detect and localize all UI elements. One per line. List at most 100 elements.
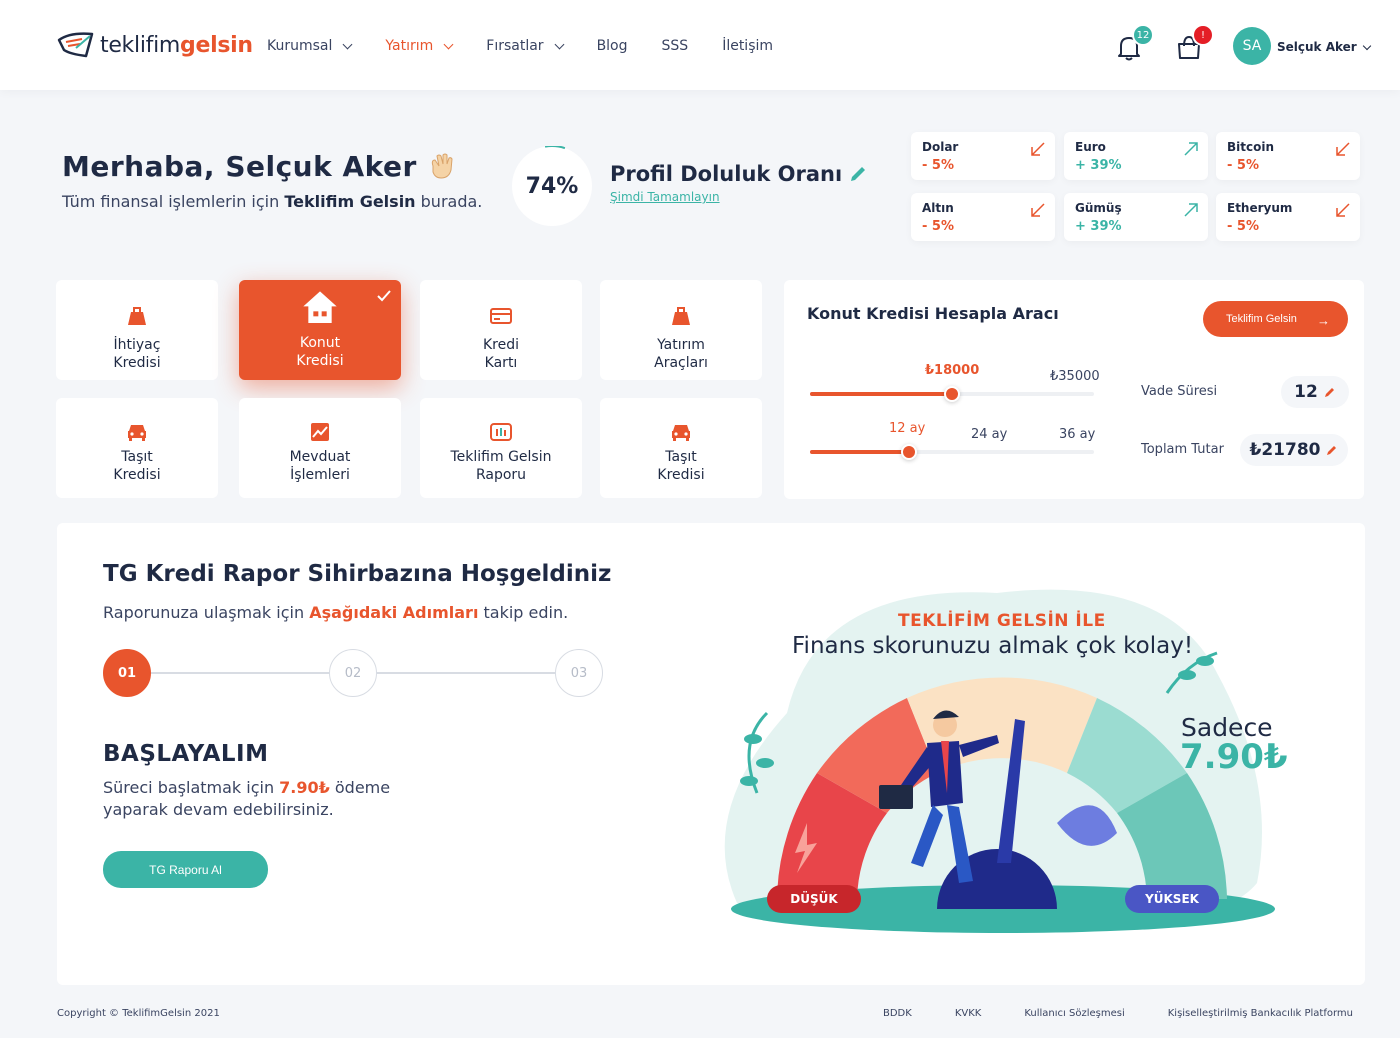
wizard-subtitle: Raporunuza ulaşmak için Aşağıdaki Adımla… [103,603,569,622]
credit-card-icon [490,308,512,324]
user-menu[interactable]: Selçuk Aker [1277,40,1371,54]
service-tile-2[interactable]: Konut Kredisi [239,280,401,380]
rate-card-altın[interactable]: Altın - 5% [911,193,1055,241]
rate-value: - 5% [922,158,954,173]
step-1[interactable]: 01 [103,649,151,697]
logo[interactable]: teklifimgelsin [56,30,253,60]
nav-yatirim[interactable]: Yatırım [385,38,454,54]
loan-calculator: Konut Kredisi Hesapla Aracı Teklifim Gel… [784,280,1364,499]
service-tile-1[interactable]: İhtiyaç Kredisi [56,280,218,380]
step-2[interactable]: 02 [329,649,377,697]
step-heading: BAŞLAYALIM [103,741,269,767]
term-selected: 12 ay [889,421,926,436]
greeting-title: Merhaba, Selçuk Aker [62,150,457,183]
footer-links: BDDK KVKK Kullanıcı Sözleşmesi Kişiselle… [840,1008,1353,1019]
rate-card-gümüş[interactable]: Gümüş + 39% [1064,193,1208,241]
service-label: Taşıt Kredisi [657,449,705,483]
step-3[interactable]: 03 [555,649,603,697]
get-report-button[interactable]: TG Raporu Al [103,851,268,888]
footer-link-banking-platform[interactable]: Kişiselleştirilmiş Bankacılık Platformu [1168,1008,1353,1019]
waving-hand-icon [431,153,453,179]
chevron-down-icon [342,39,353,49]
rate-card-euro[interactable]: Euro + 39% [1064,132,1208,180]
get-offer-button[interactable]: Teklifim Gelsin → [1203,301,1348,337]
wizard-title: TG Kredi Rapor Sihirbazına Hoşgeldiniz [103,561,612,587]
total-value: ₺21780 [1249,440,1321,460]
rate-card-dolar[interactable]: Dolar - 5% [911,132,1055,180]
step-connector [151,672,329,674]
cart-badge: ! [1192,24,1214,46]
logo-text: teklifimgelsin [100,32,253,58]
rate-name: Gümüş [1075,201,1122,215]
calculator-title: Konut Kredisi Hesapla Aracı [807,304,1059,323]
amount-slider[interactable] [810,386,1094,402]
chevron-down-icon [1362,41,1371,50]
service-label: Konut Kredisi [296,335,344,369]
vade-field[interactable]: 12 [1281,376,1349,408]
nav-blog[interactable]: Blog [597,38,628,54]
bag-icon [672,307,690,325]
copyright: Copyright © TeklifimGelsin 2021 [57,1008,220,1019]
service-label: Teklifim Gelsin Raporu [450,449,552,483]
pencil-icon [1327,446,1337,455]
top-header: teklifimgelsin Kurumsal Yatırım Fırsatla… [0,0,1400,90]
bag-icon [128,307,146,325]
rate-name: Etheryum [1227,201,1293,215]
nav-sss[interactable]: SSS [662,38,689,54]
chevron-down-icon [554,39,565,49]
service-tile-3[interactable]: Kredi Kartı [420,280,582,380]
vade-label: Vade Süresi [1141,384,1218,399]
notification-button[interactable]: 12 [1116,24,1154,62]
amount-selected: ₺18000 [925,363,980,378]
complete-profile-link[interactable]: Şimdi Tamamlayın [610,190,720,204]
check-icon [377,290,391,302]
notification-badge: 12 [1132,24,1154,46]
service-tile-6[interactable]: Mevduat İşlemleri [239,398,401,498]
term-max: 36 ay [1059,427,1096,442]
amount-max: ₺35000 [1050,369,1100,384]
service-tile-4[interactable]: Yatırım Araçları [600,280,762,380]
service-tile-5[interactable]: Taşıt Kredisi [56,398,218,498]
amount-slider-fill [810,392,952,396]
gauge-low-label: DÜŞÜK [767,885,861,913]
rate-value: - 5% [922,219,954,234]
user-name: Selçuk Aker [1277,40,1357,54]
vade-value: 12 [1294,382,1318,402]
step-description: Süreci başlatmak için 7.90₺ ödeme yapara… [103,778,391,819]
chart-card-icon [311,423,329,441]
pencil-icon[interactable] [848,164,868,184]
rate-value: + 39% [1075,158,1122,173]
greeting-subtitle: Tüm finansal işlemlerin için Teklifim Ge… [62,192,483,211]
service-label: Yatırım Araçları [654,337,708,371]
trend-down-icon [1336,142,1350,156]
rate-value: - 5% [1227,158,1259,173]
service-tile-8[interactable]: Taşıt Kredisi [600,398,762,498]
logo-mark-icon [57,32,94,58]
term-slider[interactable] [810,444,1094,460]
pencil-icon [1324,388,1334,397]
amount-slider-thumb[interactable] [944,386,960,402]
step-connector [377,672,555,674]
trend-down-icon [1031,142,1045,156]
rate-card-etheryum[interactable]: Etheryum - 5% [1216,193,1360,241]
price-value: 7.90₺ [1180,737,1288,777]
profile-percent: 74% [525,173,579,199]
rate-card-bitcoin[interactable]: Bitcoin - 5% [1216,132,1360,180]
total-field[interactable]: ₺21780 [1240,434,1348,466]
nav-firsatlar[interactable]: Fırsatlar [486,38,565,54]
footer-link-user-agreement[interactable]: Kullanıcı Sözleşmesi [1024,1008,1124,1019]
nav-kurumsal[interactable]: Kurumsal [267,38,353,54]
illustration-tagline: TEKLİFİM GELSİN İLE [898,611,1106,631]
footer-link-kvkk[interactable]: KVKK [955,1008,982,1019]
avatar[interactable]: SA [1233,27,1271,65]
footer-link-bddk[interactable]: BDDK [883,1008,912,1019]
car-icon [672,425,690,441]
cart-button[interactable]: ! [1176,24,1214,62]
report-icon [490,423,512,441]
service-label: Mevduat İşlemleri [289,449,351,483]
service-tile-7[interactable]: Teklifim Gelsin Raporu [420,398,582,498]
main-nav: Kurumsal Yatırım Fırsatlar Blog SSS İlet… [267,38,807,54]
term-slider-thumb[interactable] [901,444,917,460]
term-mid: 24 ay [971,427,1008,442]
nav-iletisim[interactable]: İletişim [722,38,773,54]
